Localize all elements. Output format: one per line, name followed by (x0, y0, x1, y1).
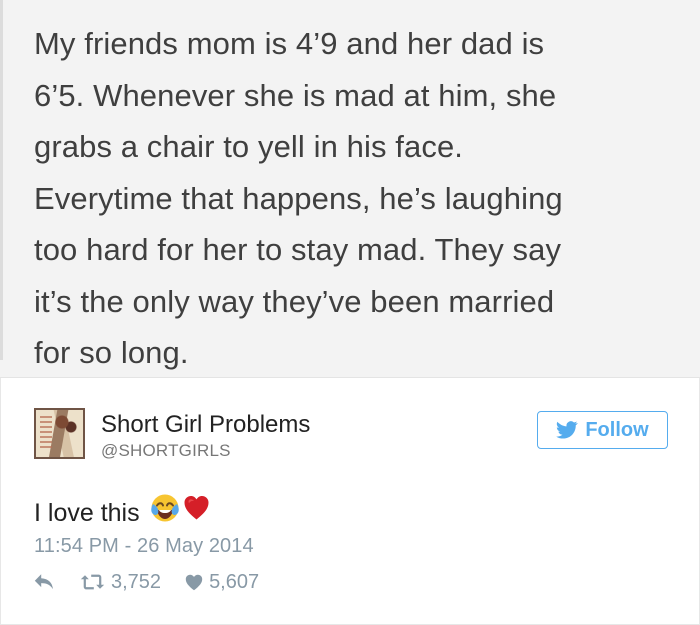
heart-icon (185, 574, 203, 591)
like-button[interactable]: 5,607 (185, 570, 259, 594)
retweet-icon (80, 573, 105, 591)
tweet-card: Short Girl Problems @SHORTGIRLS Follow I… (0, 378, 700, 625)
tweet-message-text: I love this (34, 499, 140, 527)
red-heart-emoji-icon (183, 494, 210, 528)
tweet-timestamp[interactable]: 11:54 PM - 26 May 2014 (34, 534, 254, 558)
follow-button-label: Follow (585, 418, 649, 441)
laughing-crying-emoji-icon (148, 492, 182, 530)
avatar[interactable] (34, 408, 85, 459)
follow-button[interactable]: Follow (537, 411, 668, 449)
reply-icon (34, 573, 54, 591)
avatar-decoration (40, 416, 52, 450)
tweet-emojis (148, 492, 210, 530)
retweet-count: 3,752 (111, 571, 162, 593)
tweet-message: I love this (34, 494, 210, 532)
reply-button[interactable] (34, 572, 54, 592)
tweet-actions: 3,752 5,607 (34, 569, 259, 595)
like-count: 5,607 (209, 571, 260, 593)
embedded-tweet-text: My friends mom is 4’9 and her dad is 6’5… (34, 26, 563, 370)
author-name[interactable]: Short Girl Problems (101, 411, 310, 439)
retweet-button[interactable]: 3,752 (80, 570, 161, 594)
author-handle[interactable]: @SHORTGIRLS (101, 441, 231, 461)
twitter-bird-icon (556, 421, 579, 439)
embedded-text-image: My friends mom is 4’9 and her dad is 6’5… (0, 0, 700, 378)
